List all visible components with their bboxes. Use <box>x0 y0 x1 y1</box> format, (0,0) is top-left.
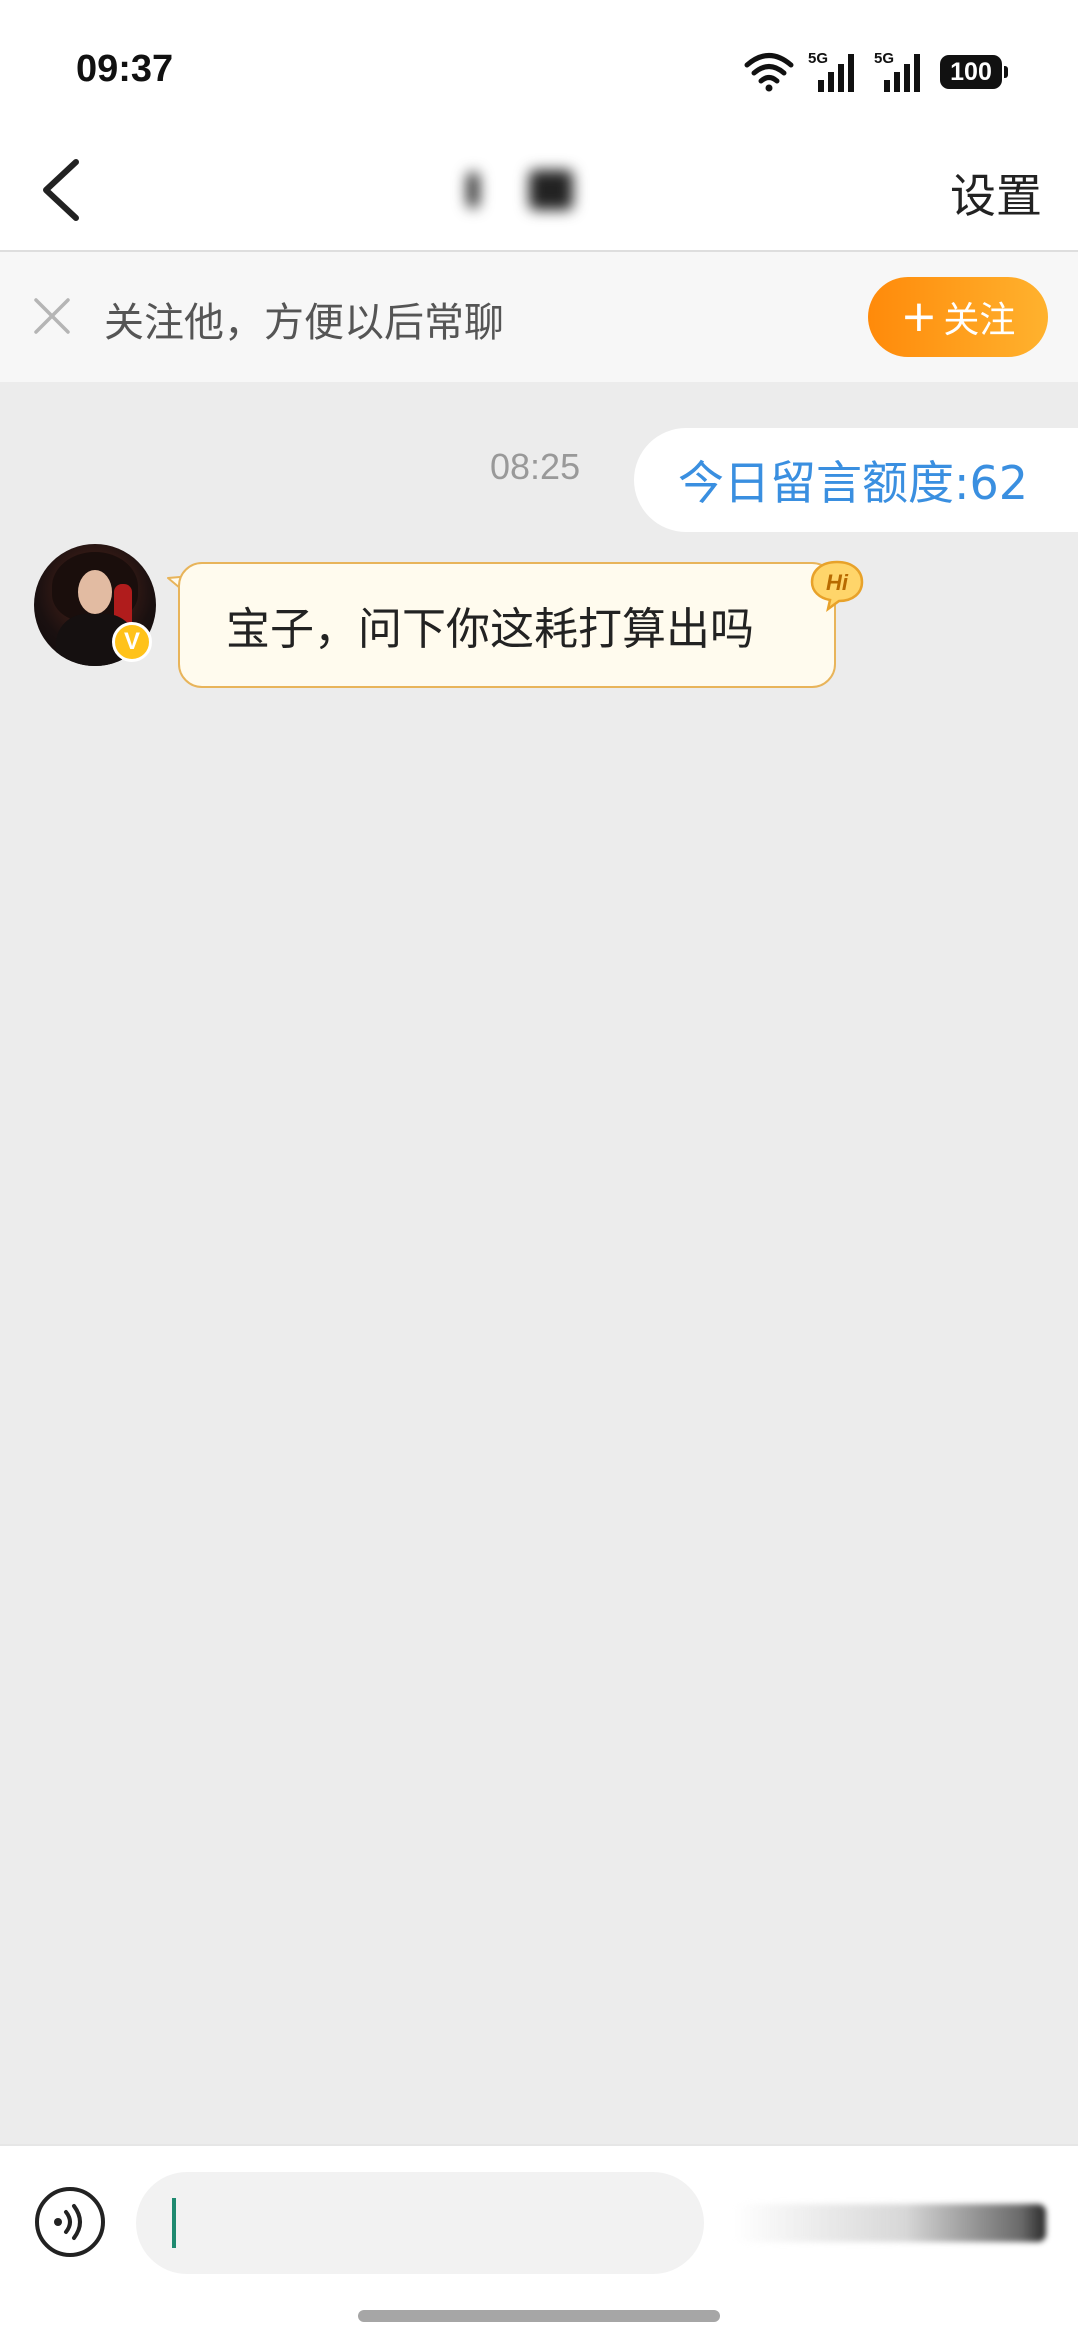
follow-button-label: 关注 <box>943 300 1016 341</box>
verified-badge: V <box>112 622 152 662</box>
hi-badge-icon: Hi <box>810 560 864 612</box>
follow-banner-text: 关注他，方便以后常聊 <box>104 300 504 346</box>
battery-icon: 100 <box>940 55 1008 89</box>
close-icon[interactable] <box>30 294 74 338</box>
blurred-action-buttons[interactable] <box>734 2204 1046 2242</box>
quota-text: 今日留言额度:62 <box>678 456 1029 510</box>
wifi-icon <box>744 53 794 92</box>
voice-icon[interactable] <box>34 2186 106 2258</box>
signal-icon: 5G <box>808 50 860 94</box>
page-title <box>440 155 600 225</box>
message-text: 宝子，问下你这耗打算出吗 <box>226 604 754 655</box>
blurred-name-part <box>529 170 573 210</box>
message-input[interactable] <box>136 2172 704 2274</box>
blurred-name-part <box>467 172 479 208</box>
signal-icon: 5G <box>874 50 926 94</box>
quota-notice-bubble: 今日留言额度:62 <box>634 428 1078 532</box>
message-bubble[interactable]: 宝子，问下你这耗打算出吗 <box>178 562 836 688</box>
status-bar: 09:37 5G 5G 100 <box>0 0 1078 130</box>
settings-button[interactable]: 设置 <box>950 160 1042 226</box>
status-icons: 5G 5G 100 <box>744 50 1008 94</box>
hi-badge-label: Hi <box>826 570 849 595</box>
message-timestamp: 08:25 <box>490 446 581 487</box>
plus-icon: + <box>900 291 938 342</box>
status-time: 09:37 <box>76 48 174 90</box>
chevron-left-icon[interactable] <box>30 152 100 228</box>
avatar-part <box>78 570 112 614</box>
text-cursor <box>172 2198 176 2248</box>
home-indicator[interactable] <box>358 2310 720 2322</box>
follow-button[interactable]: + 关注 <box>868 277 1048 357</box>
follow-banner: 关注他，方便以后常聊 + 关注 <box>0 252 1078 382</box>
nav-bar: 设置 <box>0 130 1078 252</box>
